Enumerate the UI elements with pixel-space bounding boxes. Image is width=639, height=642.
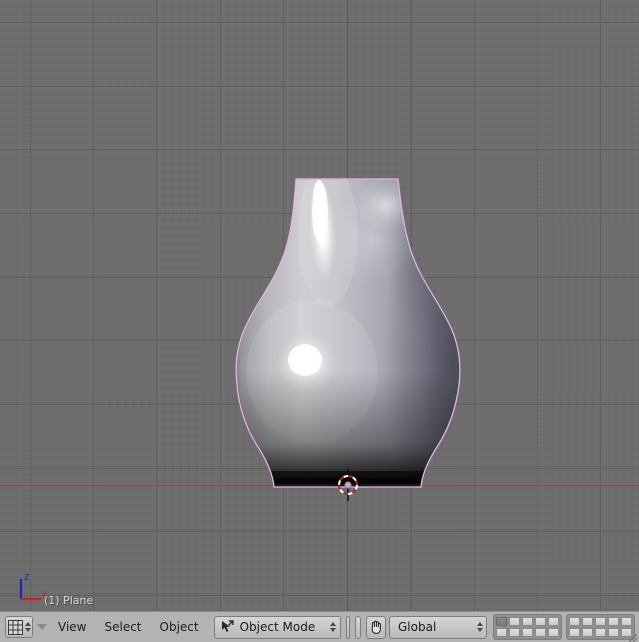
layer-row-top	[495, 616, 560, 627]
grid-line-vertical	[220, 0, 221, 611]
transform-orientation-stepper[interactable]	[475, 617, 484, 637]
layer-cell[interactable]	[582, 617, 593, 626]
layer-cell[interactable]	[496, 628, 507, 637]
grid-line-horizontal	[0, 404, 639, 405]
grid-line-vertical	[537, 0, 538, 611]
grid-line-vertical	[156, 0, 157, 611]
stepper-up-icon	[330, 622, 337, 626]
layer-cell[interactable]	[522, 628, 533, 637]
active-object-name: (1) Plane	[44, 594, 94, 607]
layer-cell[interactable]	[548, 617, 559, 626]
grid-line-horizontal	[0, 340, 639, 341]
layer-cell[interactable]	[535, 617, 546, 626]
stepper-down-icon	[476, 628, 483, 632]
interaction-mode-selector[interactable]: Object Mode	[213, 615, 341, 639]
collapse-menus-button[interactable]	[37, 616, 47, 638]
3d-cursor	[332, 469, 364, 501]
layer-cell[interactable]	[509, 617, 520, 626]
menu-view[interactable]: View	[49, 616, 95, 638]
window-resize-grip[interactable]	[626, 629, 638, 642]
vase-selection-outline	[235, 178, 461, 488]
grid-3d-view-icon	[8, 619, 23, 635]
pivot-manipulator-group[interactable]	[355, 615, 361, 639]
viewport-header-bar: View Select Object Object Mode Global	[0, 611, 639, 642]
grid-line-vertical	[600, 0, 601, 611]
grid-line-horizontal	[0, 149, 639, 150]
layer-row-bottom	[495, 627, 560, 638]
editor-type-stepper[interactable]	[23, 617, 32, 637]
grid-line-vertical	[474, 0, 475, 611]
scene-layers-group-a[interactable]	[493, 614, 562, 640]
menu-object[interactable]: Object	[151, 616, 208, 638]
stepper-down-icon	[24, 628, 31, 632]
vase-svg	[235, 178, 461, 488]
axis-line-z	[347, 0, 348, 611]
stepper-up-icon	[476, 622, 483, 626]
layer-cell[interactable]	[608, 617, 619, 626]
editor-type-selector[interactable]	[5, 616, 33, 638]
layer-cell[interactable]	[569, 628, 580, 637]
viewport-shading-group[interactable]	[345, 615, 351, 639]
chevron-down-icon	[37, 624, 47, 630]
stepper-down-icon	[330, 628, 337, 632]
scene-layers-group-b[interactable]	[566, 614, 635, 640]
interaction-mode-stepper[interactable]	[329, 617, 338, 637]
grid-line-horizontal	[0, 22, 639, 23]
layer-cell[interactable]	[548, 628, 559, 637]
layer-cell[interactable]	[595, 617, 606, 626]
layer-cell[interactable]	[621, 617, 632, 626]
layer-row-bottom	[568, 627, 633, 638]
grid-line-horizontal	[0, 468, 639, 469]
gizmo-z-label: Z	[24, 573, 30, 582]
transform-orientation-label: Global	[398, 620, 437, 634]
menu-select[interactable]: Select	[95, 616, 150, 638]
layer-cell[interactable]	[522, 617, 533, 626]
grid-line-horizontal	[0, 213, 639, 214]
transform-orientation-selector[interactable]: Global	[389, 615, 487, 639]
viewport-shading-solid-icon[interactable]	[347, 617, 349, 638]
layer-cell[interactable]	[496, 617, 507, 626]
layer-cell[interactable]	[608, 628, 619, 637]
axis-line-x	[0, 485, 639, 486]
grid-line-vertical	[411, 0, 412, 611]
layer-cell[interactable]	[535, 628, 546, 637]
object-mode-cursor-icon	[218, 618, 236, 636]
grid-line-horizontal	[0, 277, 639, 278]
layer-cell[interactable]	[595, 628, 606, 637]
grid-line-horizontal	[0, 531, 639, 532]
pivot-point-median-icon[interactable]	[356, 617, 360, 638]
stepper-up-icon	[24, 622, 31, 626]
grid-line-vertical	[30, 0, 31, 611]
hand-grab-icon	[367, 618, 385, 636]
grid-line-vertical	[283, 0, 284, 611]
layer-cell[interactable]	[509, 628, 520, 637]
layer-cell[interactable]	[569, 617, 580, 626]
proportional-edit-button[interactable]	[366, 615, 386, 639]
grid-line-vertical	[93, 0, 94, 611]
viewport-subgrid	[0, 0, 639, 611]
grid-line-horizontal	[0, 595, 639, 596]
layer-cell[interactable]	[582, 628, 593, 637]
interaction-mode-label: Object Mode	[239, 620, 316, 634]
layer-row-top	[568, 616, 633, 627]
3d-viewport[interactable]: Z X (1) Plane	[0, 0, 639, 611]
vase-object[interactable]	[0, 0, 639, 611]
grid-line-horizontal	[0, 86, 639, 87]
blender-window: Z X (1) Plane View Select Object Object …	[0, 0, 639, 642]
